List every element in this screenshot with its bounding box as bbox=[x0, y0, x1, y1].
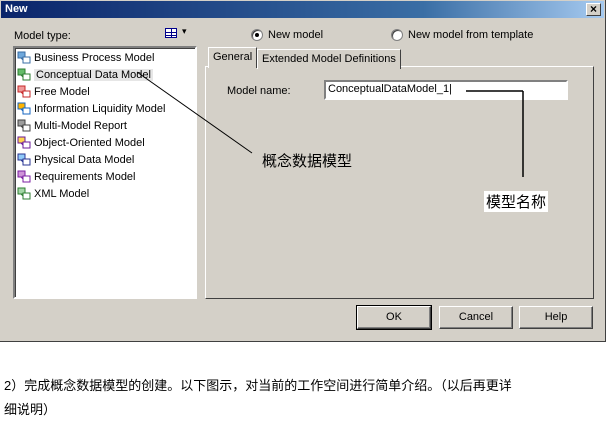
caption-line-2: 细说明） bbox=[4, 402, 57, 417]
model-type-item[interactable]: Multi-Model Report bbox=[17, 118, 127, 134]
model-type-item[interactable]: Business Process Model bbox=[17, 50, 154, 66]
chevron-down-icon: ▾ bbox=[182, 26, 187, 36]
window-title: New bbox=[5, 3, 28, 15]
model-type-label: Conceptual Data Model bbox=[34, 69, 153, 81]
close-button[interactable]: × bbox=[586, 3, 601, 16]
new-model-dialog: New × Model type: ▾ Business Process Mod… bbox=[0, 0, 606, 342]
business-process-model-icon bbox=[17, 51, 32, 65]
model-name-annotation: 模型名称 bbox=[484, 191, 549, 212]
new-model-from-template-label[interactable]: New model from template bbox=[408, 29, 533, 41]
ok-button[interactable]: OK bbox=[356, 305, 432, 330]
cancel-button[interactable]: Cancel bbox=[439, 306, 513, 329]
physical-data-model-icon bbox=[17, 153, 32, 167]
tab-panel bbox=[205, 66, 594, 299]
model-type-label: Model type: bbox=[14, 30, 71, 42]
information-liquidity-model-icon bbox=[17, 102, 32, 116]
model-type-item[interactable]: XML Model bbox=[17, 186, 89, 202]
text-cursor: | bbox=[449, 83, 452, 95]
xml-model-icon bbox=[17, 187, 32, 201]
model-type-item[interactable]: Free Model bbox=[17, 84, 90, 100]
model-type-label: Free Model bbox=[34, 86, 90, 98]
multi-model-report-icon bbox=[17, 119, 32, 133]
title-bar: New × bbox=[1, 1, 604, 18]
model-type-label: Business Process Model bbox=[34, 52, 155, 64]
model-type-label: Multi-Model Report bbox=[34, 120, 127, 132]
model-type-item[interactable]: Physical Data Model bbox=[17, 152, 134, 168]
list-view-icon bbox=[165, 28, 177, 38]
conceptual-data-model-icon bbox=[17, 68, 32, 82]
caption-line-1: 2）完成概念数据模型的创建。以下图示，对当前的工作空间进行简单介绍。（以后再更详 bbox=[4, 378, 512, 393]
model-name-value: ConceptualDataModel_1 bbox=[328, 83, 450, 95]
model-type-label: XML Model bbox=[34, 188, 90, 200]
requirements-model-icon bbox=[17, 170, 32, 184]
help-button[interactable]: Help bbox=[519, 306, 593, 329]
model-type-item[interactable]: Conceptual Data Model bbox=[17, 67, 153, 83]
model-type-label: Information Liquidity Model bbox=[34, 103, 166, 115]
free-model-icon bbox=[17, 85, 32, 99]
radio-selected-dot bbox=[255, 33, 259, 37]
new-model-radio[interactable] bbox=[251, 29, 263, 41]
new-model-from-template-radio[interactable] bbox=[391, 29, 403, 41]
concept-model-annotation: 概念数据模型 bbox=[262, 153, 353, 170]
model-type-list[interactable]: Business Process Model Conceptual Data Mo… bbox=[13, 46, 197, 299]
tab-extended-model-definitions[interactable]: Extended Model Definitions bbox=[257, 49, 401, 69]
object-oriented-model-icon bbox=[17, 136, 32, 150]
model-name-input[interactable]: ConceptualDataModel_1| bbox=[324, 80, 568, 100]
model-name-label: Model name: bbox=[227, 85, 291, 97]
new-model-radio-label[interactable]: New model bbox=[268, 29, 323, 41]
list-view-toggle[interactable]: ▾ bbox=[164, 26, 190, 41]
model-type-label: Physical Data Model bbox=[34, 154, 135, 166]
model-type-item[interactable]: Information Liquidity Model bbox=[17, 101, 165, 117]
model-type-item[interactable]: Object-Oriented Model bbox=[17, 135, 145, 151]
model-type-label: Requirements Model bbox=[34, 171, 136, 183]
tab-general[interactable]: General bbox=[208, 47, 258, 68]
model-type-item[interactable]: Requirements Model bbox=[17, 169, 136, 185]
model-type-label: Object-Oriented Model bbox=[34, 137, 145, 149]
